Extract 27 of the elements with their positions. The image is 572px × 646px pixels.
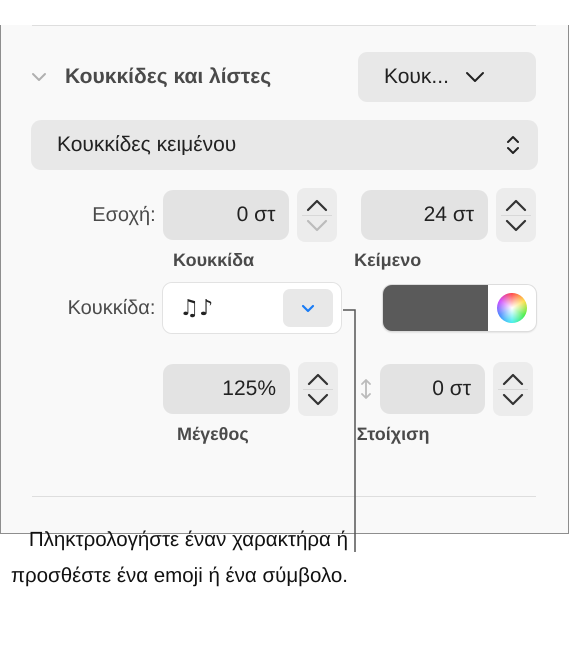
stepper[interactable] <box>297 188 338 242</box>
bullet-label: Κουκκίδα: <box>66 296 156 320</box>
field-caption: Κουκκίδα <box>173 250 254 270</box>
chevron-down-icon <box>300 304 315 312</box>
stepper[interactable] <box>493 362 533 416</box>
list-type-popup[interactable]: Κουκκίδες κειμένου <box>31 120 538 170</box>
number-field[interactable]: 0 στ <box>380 364 485 414</box>
style-dropdown[interactable]: Κουκ... <box>358 52 536 102</box>
color-well[interactable] <box>382 285 536 331</box>
stepper[interactable] <box>298 362 338 416</box>
field-caption: Στοίχιση <box>356 424 430 444</box>
vertical-arrow-icon <box>360 377 372 401</box>
callout-text: Πληκτρολογήστε έναν χαρακτήρα ή προσθέστε ένα emoji ή ένα σύμβολο. <box>10 527 348 589</box>
number-field[interactable]: 24 στ <box>361 190 488 240</box>
number-field[interactable]: 0 στ <box>162 190 290 240</box>
indent-label: Εσοχή: <box>91 204 156 226</box>
field-caption: Μέγεθος <box>177 424 249 444</box>
section-title: Κουκκίδες και λίστες <box>65 65 272 89</box>
color-wheel-icon[interactable] <box>496 293 527 323</box>
bullet-character: ♫♪ <box>179 296 214 320</box>
color-swatch[interactable] <box>382 285 488 331</box>
stepper[interactable] <box>496 188 536 242</box>
up-down-chevron-icon <box>506 135 520 155</box>
number-field[interactable]: 125% <box>163 364 290 414</box>
chevron-down-icon <box>464 71 485 83</box>
field-caption: Κείμενο <box>354 250 422 270</box>
bullet-field[interactable]: ♫♪ <box>162 282 342 334</box>
